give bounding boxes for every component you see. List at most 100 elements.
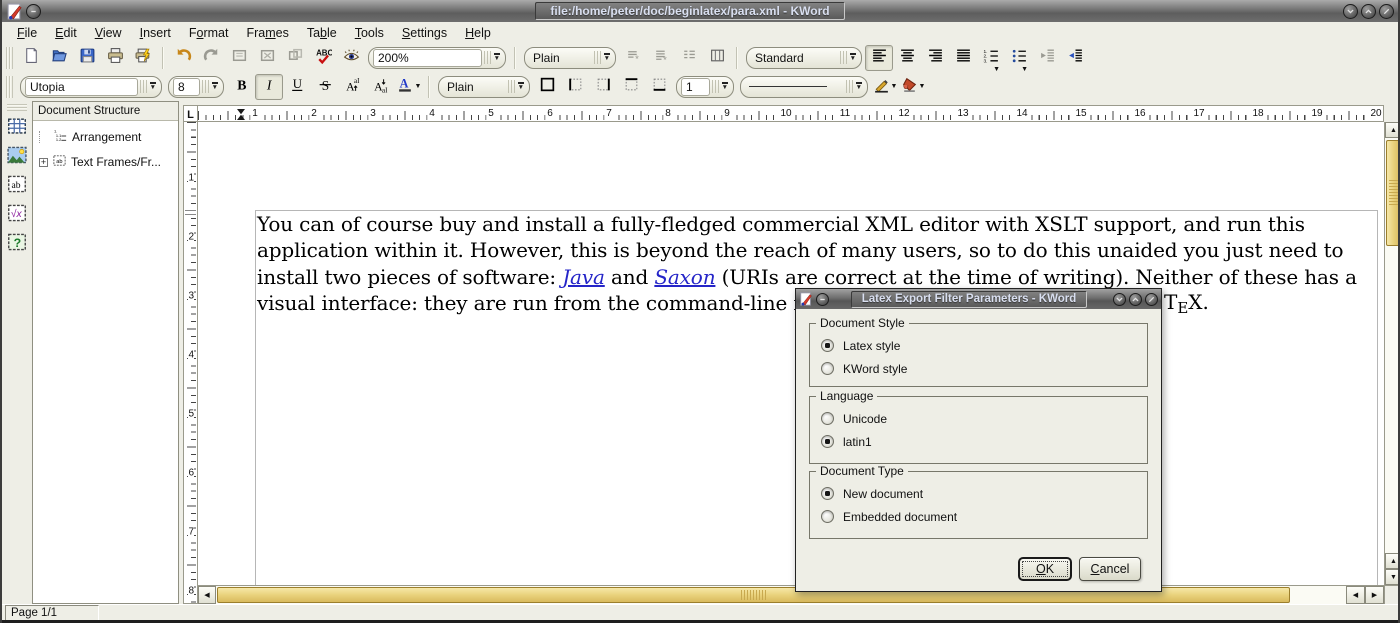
menu-format[interactable]: Format: [180, 24, 238, 42]
align-justify-button[interactable]: [949, 45, 977, 71]
menu-help[interactable]: Help: [456, 24, 500, 42]
combo-dropdown-icon[interactable]: ▼: [518, 82, 524, 91]
minimize-button[interactable]: [1343, 4, 1358, 19]
dropdown-icon[interactable]: ▼: [891, 83, 898, 90]
italic-text-button[interactable]: I: [255, 74, 283, 100]
option-unicode[interactable]: Unicode: [821, 408, 1147, 429]
numbered-list-button[interactable]: 1.2.3.▼: [977, 45, 1005, 71]
border-top-button[interactable]: [617, 74, 645, 100]
border-bottom-button[interactable]: [645, 74, 673, 100]
latin1-radio[interactable]: [821, 435, 834, 448]
horizontal-ruler[interactable]: 1234567891011121314151617181920: [198, 105, 1384, 122]
scroll-up-button-bottom[interactable]: ▲: [1385, 553, 1400, 569]
align-center-button[interactable]: [893, 45, 921, 71]
bold-text-button[interactable]: B: [227, 74, 255, 100]
toolbar-handle[interactable]: [7, 104, 27, 111]
combo-dropdown-icon[interactable]: ▼: [604, 53, 610, 62]
toolbar-handle[interactable]: [6, 76, 13, 98]
insert-object-button[interactable]: ?: [4, 231, 30, 258]
spellcheck-button[interactable]: ABC: [309, 45, 337, 71]
superscript-button[interactable]: AaI: [339, 74, 367, 100]
cancel-button[interactable]: Cancel: [1079, 557, 1141, 581]
vertical-ruler[interactable]: 12345678: [183, 122, 198, 604]
border-color-button[interactable]: ▼: [871, 74, 899, 100]
document-canvas[interactable]: You can of course buy and install a full…: [198, 122, 1384, 585]
new-document-button[interactable]: [17, 45, 45, 71]
dialog-titlebar[interactable]: Latex Export Filter Parameters - KWord: [796, 289, 1161, 309]
combo-dropdown-icon[interactable]: ▼: [150, 82, 156, 91]
menu-edit[interactable]: Edit: [46, 24, 86, 42]
insert-table-button[interactable]: [4, 115, 30, 142]
dropdown-icon[interactable]: ▼: [919, 83, 926, 90]
scroll-left-button[interactable]: ◀: [198, 586, 216, 604]
tab-selector-button[interactable]: L: [183, 105, 198, 122]
frame-columns-button[interactable]: [703, 45, 731, 71]
formatting-characters-button[interactable]: [337, 45, 365, 71]
dropdown-icon[interactable]: ▼: [415, 83, 422, 90]
latex-style-radio[interactable]: [821, 339, 834, 352]
vertical-scrollbar[interactable]: ▲ ▲ ▼: [1384, 122, 1400, 585]
print-button[interactable]: [101, 45, 129, 71]
close-button[interactable]: [1379, 4, 1394, 19]
combo-dropdown-icon[interactable]: ▼: [856, 82, 862, 91]
border-left-button[interactable]: [561, 74, 589, 100]
combo-dropdown-icon[interactable]: ▼: [850, 53, 856, 62]
menu-table[interactable]: Table: [298, 24, 346, 42]
style-list-combo[interactable]: Standard▼: [746, 47, 862, 69]
save-document-button[interactable]: [73, 45, 101, 71]
window-titlebar[interactable]: file:/home/peter/doc/beginlatex/para.xml…: [2, 0, 1398, 22]
window-menu-button[interactable]: [26, 4, 41, 19]
insert-picture-button[interactable]: [4, 144, 30, 171]
border-line-style-combo[interactable]: ▼: [740, 76, 868, 98]
undo-button[interactable]: [169, 45, 197, 71]
maximize-button[interactable]: [1361, 4, 1376, 19]
kword-style-radio[interactable]: [821, 362, 834, 375]
align-left-button[interactable]: [865, 45, 893, 71]
paragraph-style-combo[interactable]: Plain▼: [524, 47, 616, 69]
text-color-button[interactable]: A▼: [395, 74, 423, 100]
option-kword-style[interactable]: KWord style: [821, 358, 1147, 379]
new-document-radio[interactable]: [821, 487, 834, 500]
border-all-button[interactable]: [533, 74, 561, 100]
dialog-menu-button[interactable]: [816, 293, 829, 306]
subscript-button[interactable]: AaI: [367, 74, 395, 100]
expand-icon[interactable]: +: [39, 158, 48, 167]
font-size-value[interactable]: 8: [173, 78, 200, 96]
menu-frames[interactable]: Frames: [237, 24, 297, 42]
java-link[interactable]: Java: [562, 265, 605, 289]
option-new-document[interactable]: New document: [821, 483, 1147, 504]
dialog-minimize-button[interactable]: [1113, 293, 1126, 306]
scroll-left-button-right[interactable]: ◀: [1346, 586, 1365, 604]
insert-formula-button[interactable]: √x: [4, 202, 30, 229]
font-family-combo[interactable]: Utopia▼: [20, 76, 162, 98]
option-embedded-document[interactable]: Embedded document: [821, 506, 1147, 527]
option-latin1[interactable]: latin1: [821, 431, 1147, 452]
option-latex-style[interactable]: Latex style: [821, 335, 1147, 356]
zoom-combo[interactable]: 200%▼: [368, 47, 506, 69]
toolbar-handle[interactable]: [6, 47, 13, 69]
font-size-combo[interactable]: 8▼: [168, 76, 224, 98]
zoom-value[interactable]: 200%: [373, 49, 482, 67]
saxon-link[interactable]: Saxon: [654, 265, 715, 289]
combo-dropdown-icon[interactable]: ▼: [722, 82, 728, 91]
print-preview-button[interactable]: [129, 45, 157, 71]
ok-button[interactable]: OK: [1018, 557, 1072, 581]
align-right-button[interactable]: [921, 45, 949, 71]
open-document-button[interactable]: [45, 45, 73, 71]
increase-indent-button[interactable]: [1061, 45, 1089, 71]
menu-file[interactable]: File: [8, 24, 46, 42]
scroll-up-button[interactable]: ▲: [1385, 122, 1400, 138]
scroll-right-button[interactable]: ▶: [1365, 586, 1384, 604]
frame-style-combo[interactable]: Plain▼: [438, 76, 530, 98]
vertical-scrollbar-thumb[interactable]: [1386, 140, 1400, 246]
underline-text-button[interactable]: U: [283, 74, 311, 100]
strikeout-text-button[interactable]: S: [311, 74, 339, 100]
menu-settings[interactable]: Settings: [393, 24, 456, 42]
background-color-button[interactable]: ▼: [899, 74, 927, 100]
unicode-radio[interactable]: [821, 412, 834, 425]
border-right-button[interactable]: [589, 74, 617, 100]
horizontal-scrollbar[interactable]: ◀ ◀ ▶: [198, 585, 1384, 604]
dialog-close-button[interactable]: [1145, 293, 1158, 306]
border-width-value[interactable]: 1: [681, 78, 710, 96]
menu-view[interactable]: View: [86, 24, 131, 42]
